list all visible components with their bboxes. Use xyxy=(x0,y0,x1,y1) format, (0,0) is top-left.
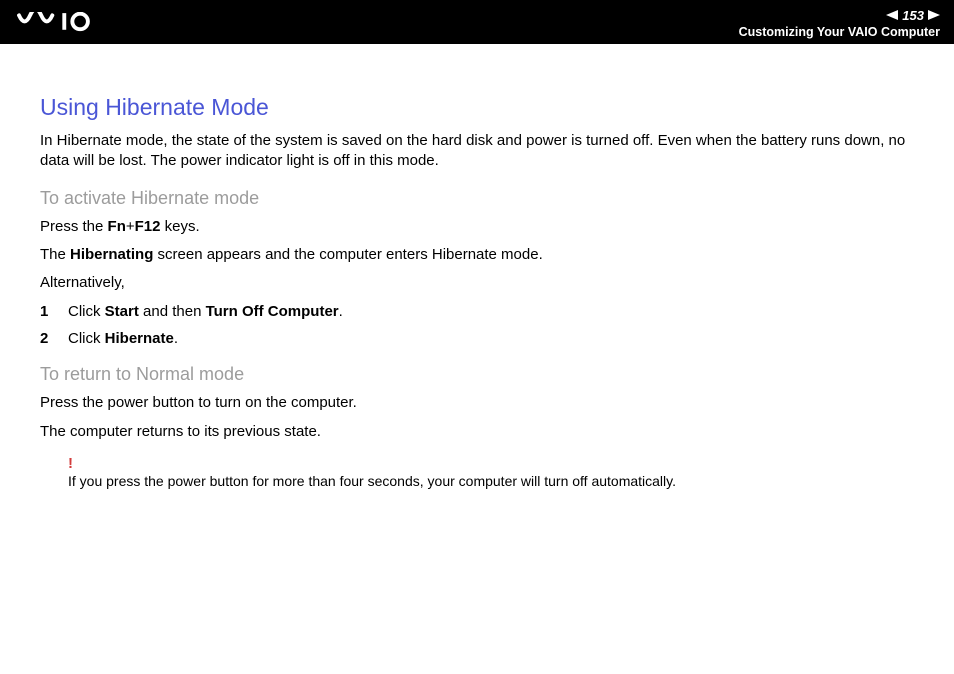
header-bar: 153 Customizing Your VAIO Computer xyxy=(0,0,954,44)
activate-keys-line: Press the Fn+F12 keys. xyxy=(40,217,922,237)
activate-steps: 1 Click Start and then Turn Off Computer… xyxy=(40,301,922,350)
breadcrumb: Customizing Your VAIO Computer xyxy=(739,25,940,39)
step-text: Click Hibernate. xyxy=(68,328,178,351)
return-line-2: The computer returns to its previous sta… xyxy=(40,422,922,442)
text: Click xyxy=(68,330,105,347)
text: screen appears and the computer enters H… xyxy=(153,246,542,263)
intro-paragraph: In Hibernate mode, the state of the syst… xyxy=(40,131,922,172)
page-title: Using Hibernate Mode xyxy=(40,94,922,121)
text: Press the xyxy=(40,218,108,235)
alternatively-label: Alternatively, xyxy=(40,273,922,293)
activate-heading: To activate Hibernate mode xyxy=(40,188,922,209)
main-content: Using Hibernate Mode In Hibernate mode, … xyxy=(0,44,954,509)
vaio-logo xyxy=(14,12,124,32)
start-label: Start xyxy=(105,303,139,320)
text: . xyxy=(339,303,343,320)
text: keys. xyxy=(160,218,199,235)
page-nav: 153 xyxy=(739,8,940,24)
hibernating-word: Hibernating xyxy=(70,246,153,263)
next-page-arrow-icon[interactable] xyxy=(928,8,940,24)
return-heading: To return to Normal mode xyxy=(40,364,922,385)
warning-text: If you press the power button for more t… xyxy=(68,473,676,489)
text: Click xyxy=(68,303,105,320)
page-number: 153 xyxy=(902,9,924,22)
return-line-1: Press the power button to turn on the co… xyxy=(40,393,922,413)
step-text: Click Start and then Turn Off Computer. xyxy=(68,301,343,324)
warning-icon: ! xyxy=(68,456,676,471)
warning-note: ! If you press the power button for more… xyxy=(68,456,922,489)
header-right: 153 Customizing Your VAIO Computer xyxy=(739,6,940,39)
text: The xyxy=(40,246,70,263)
list-item: 1 Click Start and then Turn Off Computer… xyxy=(40,301,922,324)
prev-page-arrow-icon[interactable] xyxy=(886,8,898,24)
text: and then xyxy=(139,303,206,320)
list-item: 2 Click Hibernate. xyxy=(40,328,922,351)
key-fn: Fn xyxy=(108,218,126,235)
hibernate-label: Hibernate xyxy=(105,330,174,347)
turn-off-label: Turn Off Computer xyxy=(206,303,339,320)
header-left xyxy=(14,12,124,32)
text: + xyxy=(126,218,135,235)
key-f12: F12 xyxy=(135,218,161,235)
activate-result-line: The Hibernating screen appears and the c… xyxy=(40,245,922,265)
text: . xyxy=(174,330,178,347)
step-number: 1 xyxy=(40,301,68,324)
step-number: 2 xyxy=(40,328,68,351)
